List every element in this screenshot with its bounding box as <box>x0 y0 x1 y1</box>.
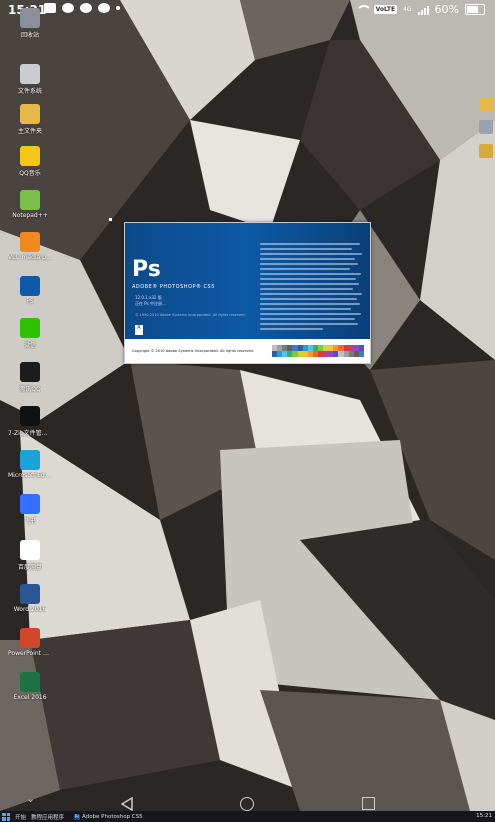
network-type: 4G <box>403 6 412 13</box>
adobe-logo-icon: A <box>135 325 143 335</box>
splash-footer: Copyright © 2010 Adobe Systems Incorpora… <box>125 339 370 363</box>
desktop-icon[interactable]: PS <box>8 276 52 305</box>
desktop-icon[interactable]: Notepad++ <box>8 190 52 219</box>
windows-taskbar: 开始 教程应用程序 Ps Adobe Photoshop CS5 15:21 <box>0 811 495 822</box>
settings-icon[interactable] <box>479 120 493 134</box>
photoshop-icon: Ps <box>74 813 81 820</box>
edge-icon <box>20 450 40 470</box>
qq-icon <box>20 362 40 382</box>
folder-icon[interactable] <box>479 98 493 112</box>
baidu-netdisk-icon <box>20 540 40 560</box>
desktop-icon-label: 腾讯QQ <box>19 386 41 393</box>
desktop-icon-label: PowerPoint 2016 <box>8 650 52 657</box>
desktop-icon-label: VLC media player <box>8 254 52 261</box>
desktop-icon-label: QQ音乐 <box>19 170 41 177</box>
desktop-icon[interactable]: 腾讯QQ <box>8 362 52 393</box>
credits-block <box>260 240 365 336</box>
taskbar-clock[interactable]: 15:21 <box>476 813 492 819</box>
back-button[interactable] <box>121 797 133 811</box>
desktop-icon-label: 百度网盘 <box>17 564 42 571</box>
legal-line: © 1990-2010 Adobe Systems Incorporated. … <box>135 313 246 317</box>
wifi-icon <box>355 4 372 15</box>
desktop-icon-label: Excel 2016 <box>13 694 47 701</box>
photoshop-icon <box>20 276 40 296</box>
cursor-marker <box>109 218 112 221</box>
desktop-icon[interactable]: Excel 2016 <box>8 672 52 701</box>
recents-button[interactable] <box>362 797 375 810</box>
desktop-icon-label: 微信 <box>23 342 36 349</box>
message-notification-icon <box>62 3 74 13</box>
word-icon <box>20 584 40 604</box>
vlc-icon <box>20 232 40 252</box>
taskbar-item-label: Adobe Photoshop CS5 <box>82 813 143 820</box>
taskbar-start-label[interactable]: 开始 <box>15 813 26 821</box>
notepad-icon <box>20 190 40 210</box>
desktop-icon[interactable]: Microsoft Edge <box>8 450 52 479</box>
drive-icon <box>20 64 40 84</box>
desktop-icon[interactable]: 飞书 <box>8 494 52 525</box>
qq-music-icon <box>20 146 40 166</box>
more-notifications-icon <box>116 6 120 10</box>
battery-icon <box>465 4 485 15</box>
color-swatches <box>272 345 364 357</box>
folder-icon <box>20 104 40 124</box>
desktop-icon-label: 7-Zip文件管理器 <box>8 430 52 437</box>
home-button[interactable] <box>240 797 254 811</box>
7zip-icon <box>20 406 40 426</box>
chevron-down-icon[interactable]: ⌄ <box>26 792 35 805</box>
powerpoint-icon <box>20 628 40 648</box>
excel-icon <box>20 672 40 692</box>
desktop-icon[interactable]: 微信 <box>8 318 52 349</box>
status-line: 正在 Ps 中注册... <box>135 301 166 306</box>
desktop-icon-label: 主文件夹 <box>17 128 42 135</box>
volte-badge: VoLTE <box>373 5 398 14</box>
product-name: ADOBE® PHOTOSHOP® CS5 <box>132 284 215 290</box>
start-button[interactable] <box>2 812 10 821</box>
desktop-icon[interactable]: VLC media player <box>8 232 52 261</box>
recycle-bin-icon <box>20 8 40 28</box>
desktop-icon-label: Word 2016 <box>13 606 47 613</box>
wechat-notification-icon <box>80 3 92 13</box>
swatch <box>358 351 364 357</box>
taskbar-item-photoshop[interactable]: Ps Adobe Photoshop CS5 <box>74 813 143 820</box>
photoshop-splash-window: Ps ADOBE® PHOTOSHOP® CS5 12.0.1 x32 版 正在… <box>124 222 371 364</box>
battery-percent: 60% <box>434 3 459 16</box>
wechat-icon <box>20 318 40 338</box>
desktop-icon-label: 回收站 <box>20 32 39 39</box>
desktop-icon[interactable]: 回收站 <box>8 8 52 39</box>
desktop-icon-label: 文件系统 <box>17 88 42 95</box>
signal-icon <box>417 5 429 15</box>
desktop-icon[interactable]: 百度网盘 <box>8 540 52 571</box>
feishu-icon <box>20 494 40 514</box>
desktop-wallpaper <box>0 0 495 822</box>
desktop-icon-label: Notepad++ <box>12 212 48 219</box>
folder-icon[interactable] <box>479 144 493 158</box>
desktop-icon[interactable]: 7-Zip文件管理器 <box>8 406 52 437</box>
desktop-icon[interactable]: PowerPoint 2016 <box>8 628 52 657</box>
desktop-icon-label: PS <box>26 298 34 305</box>
wechat-notification-icon-2 <box>98 3 110 13</box>
desktop-icon-label: Microsoft Edge <box>8 472 52 479</box>
desktop-icon[interactable]: Word 2016 <box>8 584 52 613</box>
desktop-icon[interactable]: 主文件夹 <box>8 104 52 135</box>
desktop-icon[interactable]: 文件系统 <box>8 64 52 95</box>
android-status-bar: 15:21 VoLTE 4G 60% <box>0 0 495 22</box>
ps-logo: Ps <box>132 257 161 282</box>
desktop-icon-label: 飞书 <box>23 518 36 525</box>
splash-banner: Ps ADOBE® PHOTOSHOP® CS5 12.0.1 x32 版 正在… <box>125 223 370 339</box>
copyright-text: Copyright © 2010 Adobe Systems Incorpora… <box>132 349 254 353</box>
taskbar-item-apps[interactable]: 教程应用程序 <box>31 813 64 821</box>
desktop-icon[interactable]: QQ音乐 <box>8 146 52 177</box>
